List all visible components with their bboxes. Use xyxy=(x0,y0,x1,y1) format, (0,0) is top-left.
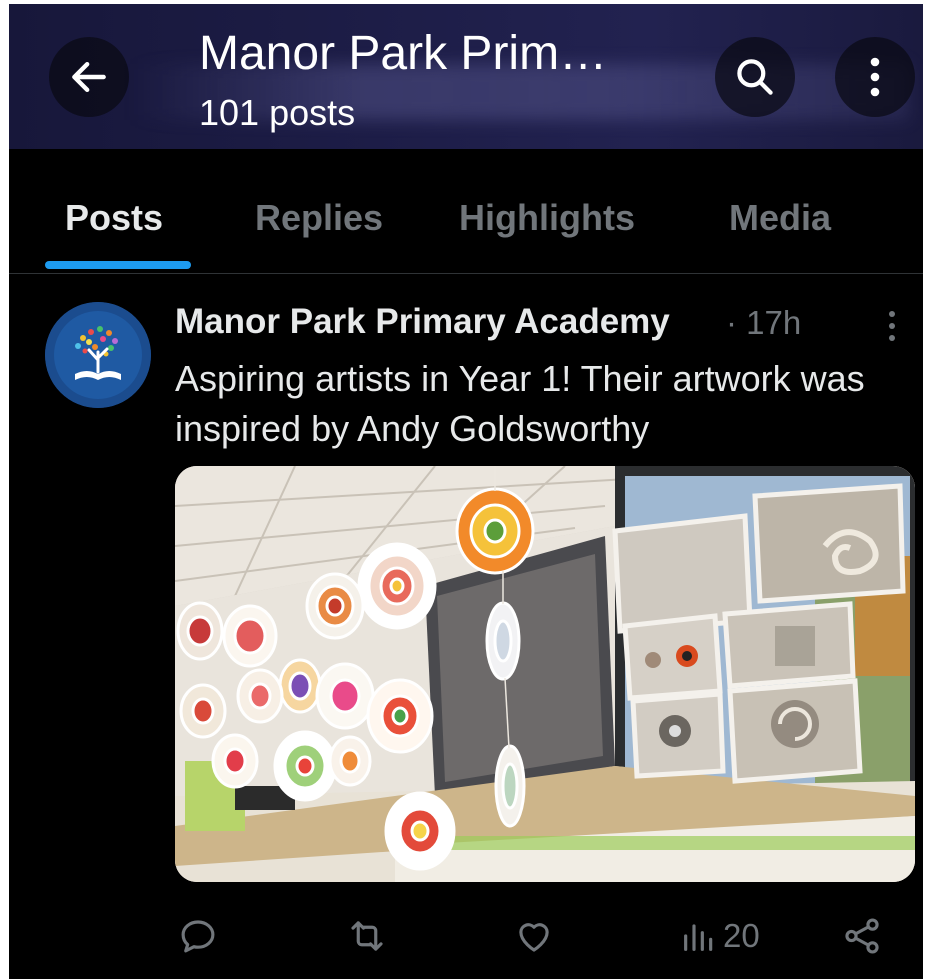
repost-icon xyxy=(351,921,383,951)
share-button[interactable] xyxy=(841,912,883,960)
profile-tabs: Posts Replies Highlights Media xyxy=(9,149,923,274)
tab-replies[interactable]: Replies xyxy=(255,197,383,239)
analytics-icon xyxy=(684,924,713,951)
views-count: 20 xyxy=(723,917,760,954)
repost-button[interactable] xyxy=(345,912,389,960)
heart-icon xyxy=(519,923,549,952)
like-button[interactable] xyxy=(513,912,555,960)
more-options-button[interactable] xyxy=(835,37,915,117)
tab-highlights[interactable]: Highlights xyxy=(459,197,635,239)
more-vertical-icon xyxy=(870,57,880,97)
school-logo-image xyxy=(45,302,151,408)
arrow-left-icon xyxy=(72,61,106,93)
reply-button[interactable] xyxy=(177,912,219,960)
post-actions-bar: 20 xyxy=(9,904,923,974)
back-button[interactable] xyxy=(49,37,129,117)
profile-header: Manor Park Prim… 101 posts xyxy=(9,4,923,149)
post-media-image[interactable] xyxy=(175,466,915,882)
post-timestamp: · 17h xyxy=(726,304,802,341)
post-count: 101 posts xyxy=(199,92,356,133)
post-author-name[interactable]: Manor Park Primary Academy xyxy=(175,302,670,342)
share-icon xyxy=(845,918,879,954)
active-tab-indicator xyxy=(45,261,191,269)
views-button[interactable]: 20 xyxy=(679,912,760,960)
artwork-photo xyxy=(175,466,915,882)
search-icon xyxy=(737,59,773,95)
avatar[interactable] xyxy=(45,302,151,408)
more-vertical-icon xyxy=(889,311,895,341)
reply-icon xyxy=(181,920,215,953)
post-more-button[interactable] xyxy=(877,306,907,346)
tab-media[interactable]: Media xyxy=(729,197,831,239)
app-screen: Manor Park Prim… 101 posts Posts Replies… xyxy=(9,4,923,979)
tab-posts[interactable]: Posts xyxy=(65,197,163,239)
post-text: Aspiring artists in Year 1! Their artwor… xyxy=(175,358,865,449)
page-title: Manor Park Prim… xyxy=(199,27,608,80)
search-button[interactable] xyxy=(715,37,795,117)
